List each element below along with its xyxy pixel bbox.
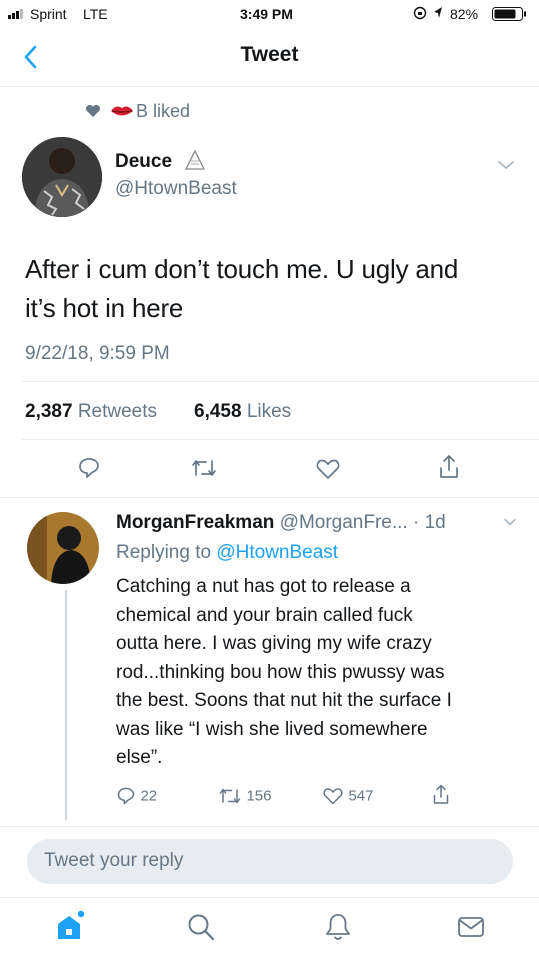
chevron-down-icon bbox=[504, 518, 516, 526]
reply-avatar-image bbox=[27, 512, 99, 584]
reply-text-line: the best. Soons that nut hit the surface… bbox=[116, 690, 452, 711]
divider bbox=[0, 497, 539, 498]
divider bbox=[22, 381, 539, 382]
avatar-image bbox=[22, 137, 102, 217]
likes-stat[interactable]: 6,458 Likes bbox=[194, 401, 291, 423]
carrier-label: Sprint bbox=[30, 6, 67, 22]
share-icon bbox=[440, 455, 458, 478]
reply-like-count: 547 bbox=[348, 787, 374, 805]
reply-compose-input[interactable]: Tweet your reply bbox=[27, 839, 513, 884]
notifications-icon bbox=[326, 914, 350, 940]
divider bbox=[22, 439, 539, 440]
author-name: Deuce bbox=[115, 151, 173, 172]
signal-icon bbox=[8, 7, 28, 19]
location-icon bbox=[432, 6, 444, 20]
retweets-count: 2,387 bbox=[25, 401, 73, 422]
reply-text-line: else”. bbox=[116, 747, 163, 768]
reply-author-handle: @MorganFre... bbox=[279, 512, 408, 533]
social-context-label: B liked bbox=[136, 101, 191, 121]
retweets-stat[interactable]: 2,387 Retweets bbox=[25, 401, 157, 423]
tab-messages[interactable] bbox=[457, 915, 485, 939]
reply-text-line: was like “I wish she lived somewhere bbox=[116, 718, 428, 740]
reply-icon bbox=[117, 787, 135, 805]
reply-avatar[interactable] bbox=[27, 512, 99, 584]
avatar[interactable] bbox=[22, 137, 102, 217]
replying-to-label: Replying to bbox=[116, 542, 212, 563]
retweet-icon bbox=[192, 460, 216, 476]
status-bar: Sprint LTE 3:49 PM 82% bbox=[0, 0, 539, 30]
reply-retweet-button[interactable]: 156 bbox=[218, 786, 271, 806]
tweet-text-line: it’s hot in here bbox=[25, 293, 184, 323]
lock-rotation-icon bbox=[413, 6, 427, 20]
reply-time: · 1d bbox=[412, 512, 446, 533]
divider bbox=[0, 826, 539, 827]
tweet-menu-button[interactable] bbox=[497, 159, 515, 171]
reply-reply-button[interactable]: 22 bbox=[116, 786, 157, 806]
tab-home[interactable] bbox=[55, 910, 85, 942]
reply-retweet-count: 156 bbox=[246, 787, 272, 805]
reply-text-line: rod...thinking bou how this pwussy was bbox=[116, 661, 445, 683]
liked-heart-icon bbox=[85, 104, 101, 118]
search-icon bbox=[188, 914, 215, 941]
reply-icon bbox=[79, 458, 99, 478]
tweet-timestamp: 9/22/18, 9:59 PM bbox=[25, 343, 170, 364]
reply-text-line: outta here. I was giving my wife crazy bbox=[116, 633, 432, 654]
reply-placeholder: Tweet your reply bbox=[44, 850, 184, 871]
retweet-button[interactable] bbox=[190, 457, 218, 479]
reply-reply-count: 22 bbox=[140, 787, 158, 805]
reply-menu-button[interactable] bbox=[503, 517, 517, 527]
owl-emoji-icon bbox=[183, 148, 207, 172]
tab-search[interactable] bbox=[186, 912, 216, 942]
replying-to-link[interactable]: @HtownBeast bbox=[216, 542, 338, 563]
battery-icon bbox=[492, 7, 528, 21]
like-button[interactable] bbox=[315, 457, 341, 481]
share-icon bbox=[433, 784, 449, 804]
clock: 3:49 PM bbox=[240, 6, 293, 22]
share-button[interactable] bbox=[437, 453, 461, 481]
tweet-text: After i cum don’t touch me. U ugly and i… bbox=[25, 250, 458, 328]
page-title: Tweet bbox=[240, 43, 299, 66]
battery-percent: 82% bbox=[450, 6, 479, 22]
author-handle: @HtownBeast bbox=[115, 178, 237, 199]
thread-line bbox=[65, 590, 67, 820]
tweet-text-line: After i cum don’t touch me. U ugly and bbox=[25, 254, 459, 284]
reply-button[interactable] bbox=[77, 456, 101, 480]
replying-to: Replying to @HtownBeast bbox=[116, 542, 338, 564]
chevron-down-icon bbox=[498, 161, 514, 169]
reply-like-button[interactable]: 547 bbox=[322, 786, 373, 806]
reply-share-button[interactable] bbox=[431, 783, 451, 807]
heart-icon bbox=[316, 459, 340, 479]
tab-notifications[interactable] bbox=[324, 912, 352, 942]
reply-text: Catching a nut has got to release a chem… bbox=[116, 573, 452, 773]
reply-author-name: MorganFreakman bbox=[116, 512, 275, 533]
reply-text-line: chemical and your brain called fuck bbox=[116, 604, 413, 626]
messages-icon bbox=[458, 917, 484, 937]
lips-emoji-icon bbox=[110, 103, 134, 119]
reply-text-line: Catching a nut has got to release a bbox=[116, 576, 411, 597]
retweets-label: Retweets bbox=[77, 401, 158, 422]
nav-bar: Tweet bbox=[0, 30, 539, 87]
retweet-icon bbox=[219, 788, 241, 804]
network-label: LTE bbox=[83, 6, 108, 22]
reply-header: MorganFreakman @MorganFre... · 1d bbox=[116, 512, 446, 534]
home-icon bbox=[58, 910, 85, 939]
divider bbox=[0, 897, 539, 898]
likes-count: 6,458 bbox=[194, 401, 242, 422]
likes-label: Likes bbox=[246, 401, 292, 422]
heart-icon bbox=[323, 788, 343, 805]
